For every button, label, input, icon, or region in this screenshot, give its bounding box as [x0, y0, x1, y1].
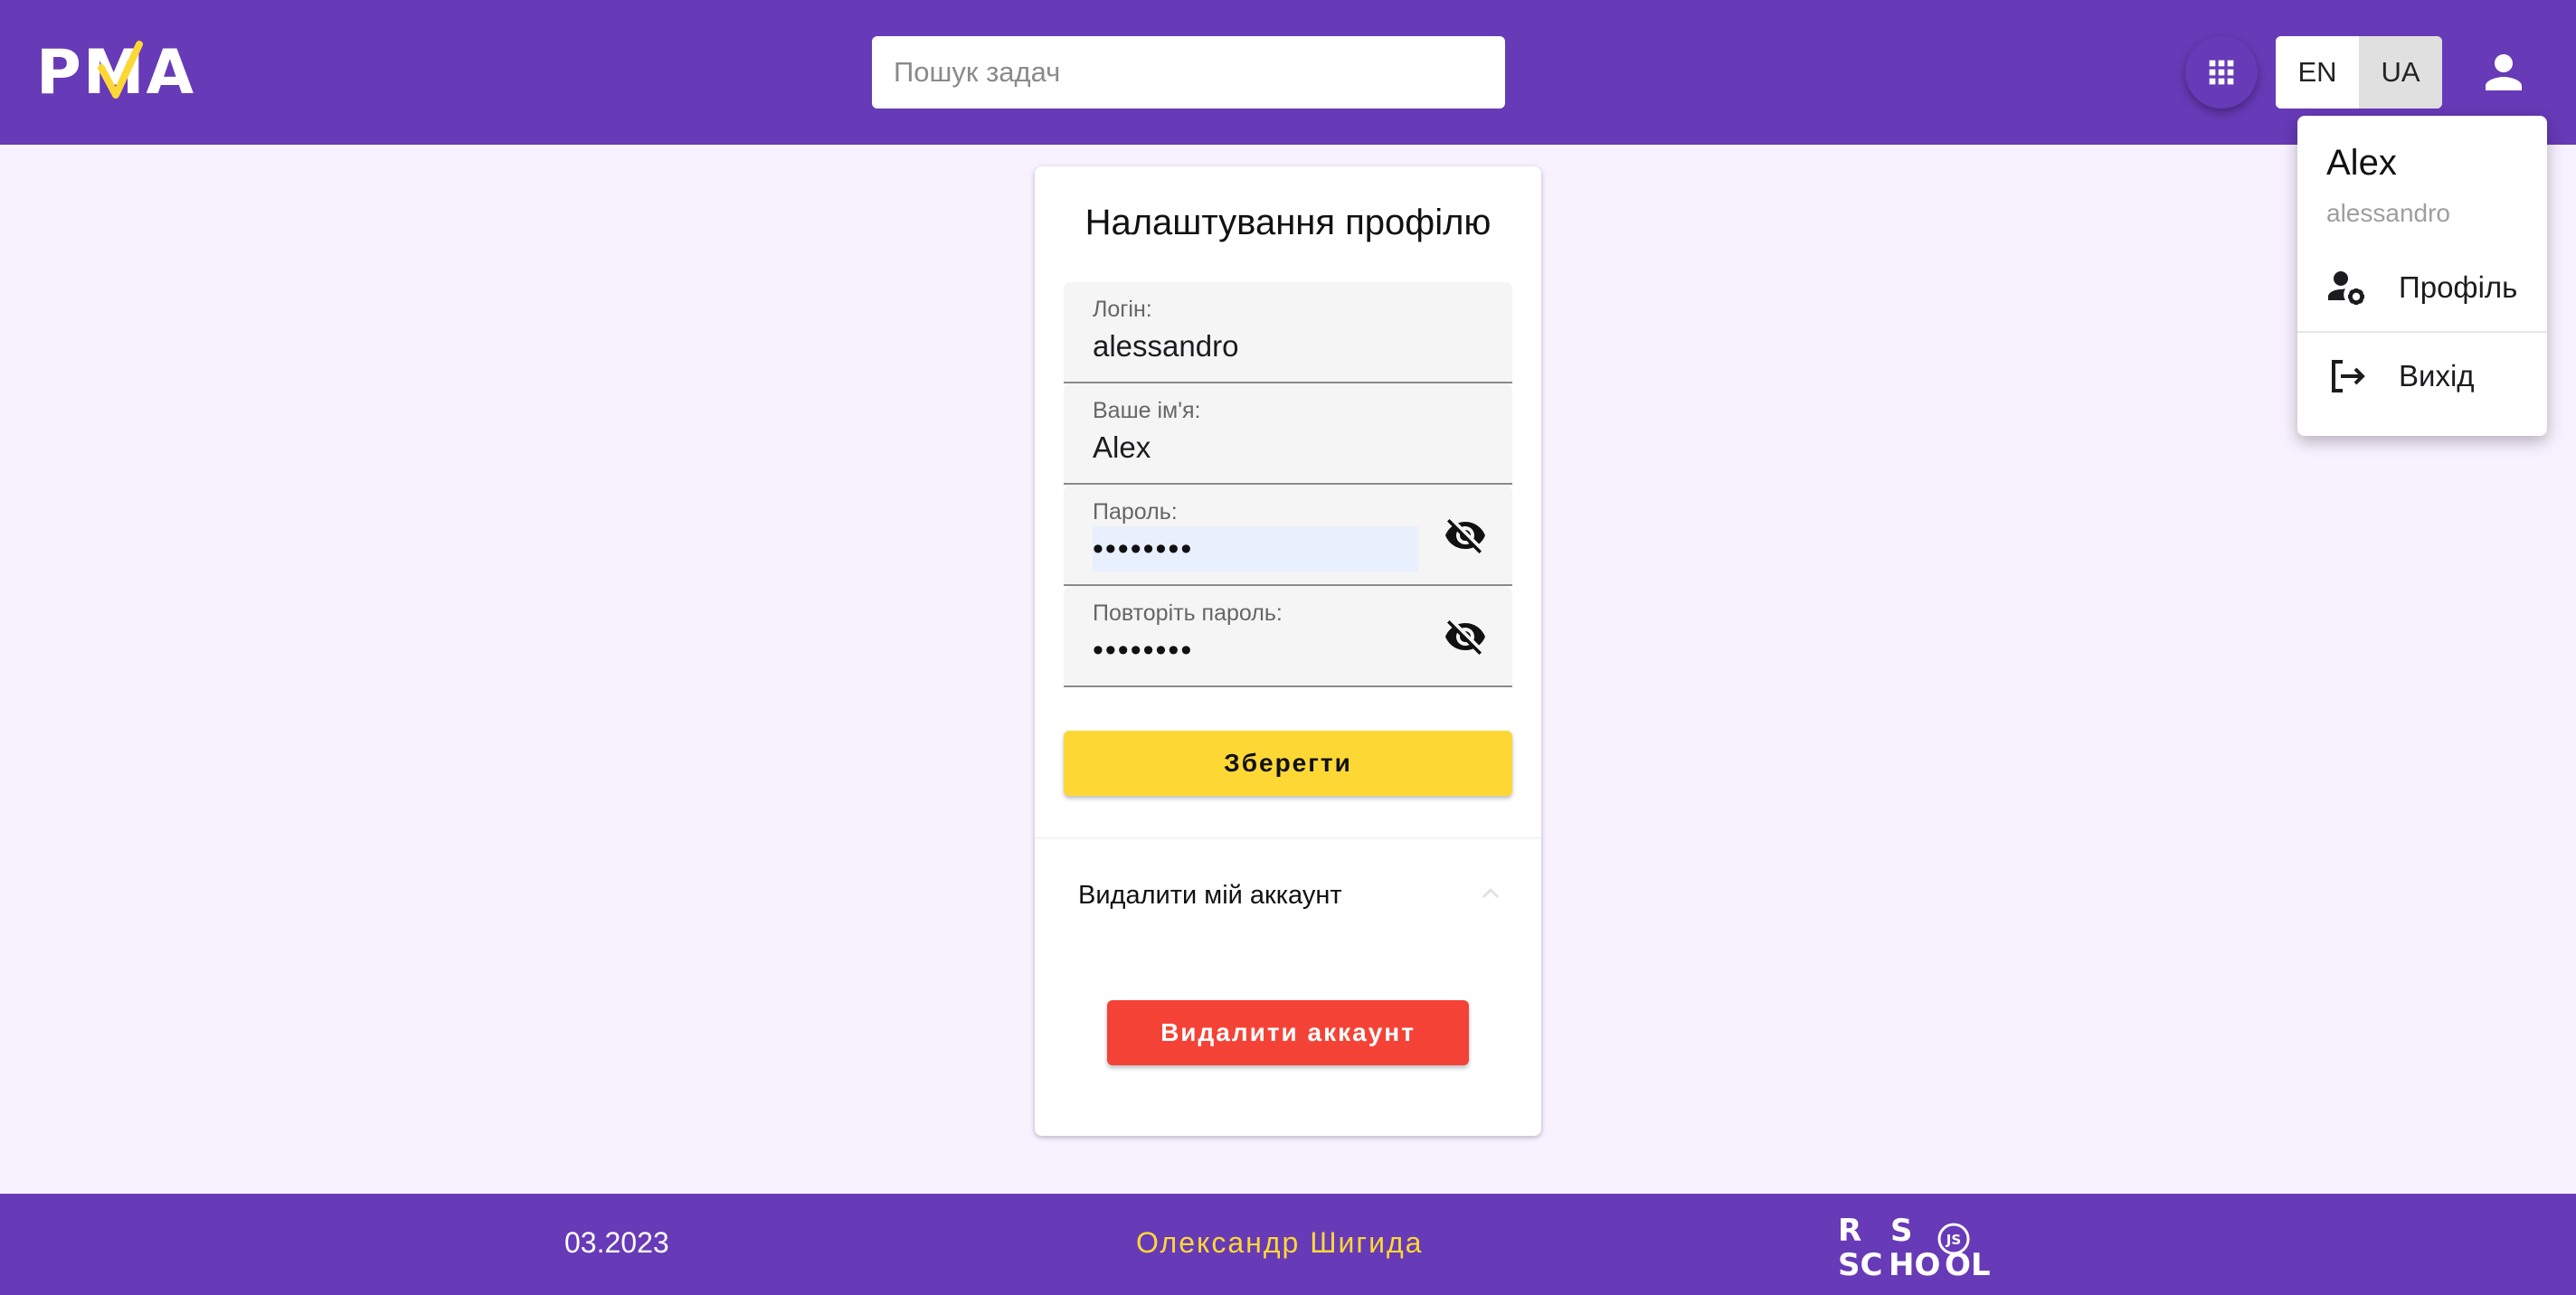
login-field-label: Логін: [1093, 297, 1152, 322]
lang-ua-button[interactable]: UA [2359, 36, 2442, 109]
app-footer: 03.2023 Олександр Шигида R S SC HO OL JS [0, 1194, 2576, 1295]
repeat-password-field-value[interactable]: •••••••• [1093, 633, 1193, 668]
apps-grid-icon [2209, 60, 2234, 85]
save-button[interactable]: Зберегти [1064, 731, 1512, 796]
logo-letter-m: M [82, 36, 147, 109]
eye-off-icon [1445, 620, 1485, 655]
app-header: P M A EN UA [0, 0, 2576, 145]
search-input[interactable] [872, 36, 1505, 109]
delete-account-panel: Видалити мій аккаунт Видалити аккаунт [1035, 839, 1541, 1136]
delete-account-button[interactable]: Видалити аккаунт [1107, 1000, 1469, 1065]
logo-letter-a: A [146, 36, 196, 109]
menu-item-profile[interactable]: Профіль [2297, 244, 2547, 331]
lang-en-button[interactable]: EN [2276, 36, 2359, 109]
menu-item-logout[interactable]: Вихід [2297, 333, 2547, 420]
password-field[interactable]: Пароль: •••••••• [1064, 485, 1512, 586]
logo-letter-p: P [36, 36, 83, 109]
eye-off-icon [1445, 519, 1485, 553]
footer-date: 03.2023 [564, 1226, 669, 1259]
login-field-value[interactable]: alessandro [1093, 329, 1238, 364]
logo-checkmark-icon [97, 40, 143, 99]
logout-icon [2332, 360, 2365, 392]
menu-user-name: Alex [2326, 143, 2397, 183]
password-field-label: Пароль: [1093, 499, 1178, 525]
footer-author-link[interactable]: Олександр Шигида [1136, 1226, 1423, 1260]
user-menu-dropdown: Alex alessandro Профіль Вихід [2297, 116, 2547, 436]
page-title: Налаштування профілю [1084, 203, 1492, 242]
delete-account-panel-header[interactable]: Видалити мій аккаунт [1035, 839, 1541, 951]
name-field[interactable]: Ваше ім'я: Alex [1064, 383, 1512, 485]
repeat-password-field[interactable]: Повторіть пароль: •••••••• [1064, 586, 1512, 687]
delete-account-title: Видалити мій аккаунт [1078, 881, 1342, 910]
svg-text:R: R [1838, 1213, 1861, 1249]
app-logo[interactable]: P M A [36, 37, 195, 109]
user-settings-icon [2328, 271, 2364, 305]
name-field-value[interactable]: Alex [1093, 430, 1151, 465]
repeat-password-visibility-toggle[interactable] [1440, 611, 1491, 662]
menu-item-logout-label: Вихід [2399, 359, 2475, 392]
menu-item-profile-label: Профіль [2399, 270, 2518, 304]
chevron-up-icon [1482, 888, 1499, 898]
person-icon [2486, 54, 2522, 90]
svg-text:SC: SC [1838, 1247, 1882, 1281]
profile-settings-card: Налаштування профілю Логін: alessandro В… [1035, 166, 1541, 1136]
language-toggle: EN UA [2276, 36, 2442, 109]
svg-text:S: S [1890, 1213, 1913, 1249]
svg-text:HO: HO [1889, 1247, 1940, 1281]
name-field-label: Ваше ім'я: [1093, 398, 1201, 423]
password-field-value[interactable]: •••••••• [1093, 532, 1193, 567]
user-account-button[interactable] [2467, 36, 2540, 109]
rs-school-logo[interactable]: R S SC HO OL JS [1838, 1212, 2001, 1281]
menu-user-login: alessandro [2326, 199, 2450, 227]
svg-text:JS: JS [1946, 1232, 1961, 1248]
repeat-password-field-label: Повторіть пароль: [1093, 600, 1283, 626]
password-visibility-toggle[interactable] [1440, 510, 1491, 561]
apps-menu-button[interactable] [2185, 36, 2258, 109]
login-field[interactable]: Логін: alessandro [1064, 282, 1512, 383]
